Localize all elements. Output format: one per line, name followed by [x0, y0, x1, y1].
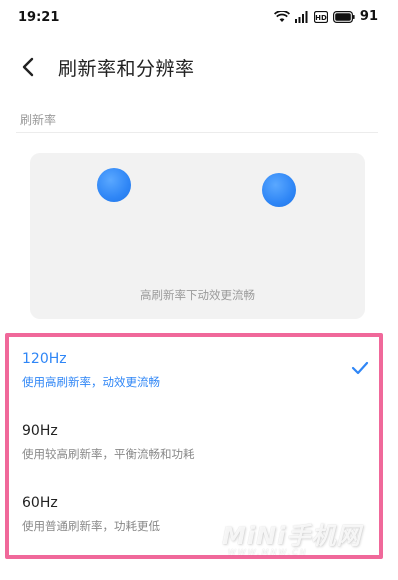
back-button[interactable]: [14, 52, 44, 82]
divider: [16, 132, 378, 133]
option-90hz[interactable]: 90Hz 使用较高刷新率，平衡流畅和功耗: [9, 409, 379, 477]
header: 刷新率和分辨率: [0, 44, 398, 92]
option-title: 120Hz: [22, 351, 67, 367]
option-description: 使用普通刷新率，功耗更低: [22, 519, 160, 533]
refresh-rate-preview: 高刷新率下动效更流畅: [30, 153, 365, 319]
wifi-icon: [273, 10, 290, 22]
signal-icon: [294, 10, 308, 23]
refresh-rate-options: 120Hz 使用高刷新率，动效更流畅 90Hz 使用较高刷新率，平衡流畅和功耗 …: [5, 333, 383, 559]
check-icon: [351, 361, 369, 375]
option-description: 使用较高刷新率，平衡流畅和功耗: [22, 447, 195, 461]
status-bar: 19:21 HD 91: [0, 0, 398, 36]
status-time: 19:21: [18, 10, 60, 25]
section-label-refresh-rate: 刷新率: [20, 113, 57, 127]
option-title: 90Hz: [22, 423, 58, 439]
status-icons: HD 91: [273, 9, 378, 24]
svg-text:HD: HD: [315, 14, 327, 22]
option-title: 60Hz: [22, 495, 58, 511]
battery-level: 91: [359, 9, 378, 24]
option-120hz[interactable]: 120Hz 使用高刷新率，动效更流畅: [9, 337, 379, 405]
preview-dot: [262, 173, 296, 207]
chevron-left-icon: [22, 57, 34, 77]
preview-caption: 高刷新率下动效更流畅: [140, 288, 255, 302]
preview-dot: [97, 168, 131, 202]
option-60hz[interactable]: 60Hz 使用普通刷新率，功耗更低: [9, 481, 379, 549]
hd-icon: HD: [313, 10, 328, 23]
battery-icon: [332, 10, 355, 23]
option-description: 使用高刷新率，动效更流畅: [22, 375, 160, 389]
page-title: 刷新率和分辨率: [58, 58, 195, 80]
